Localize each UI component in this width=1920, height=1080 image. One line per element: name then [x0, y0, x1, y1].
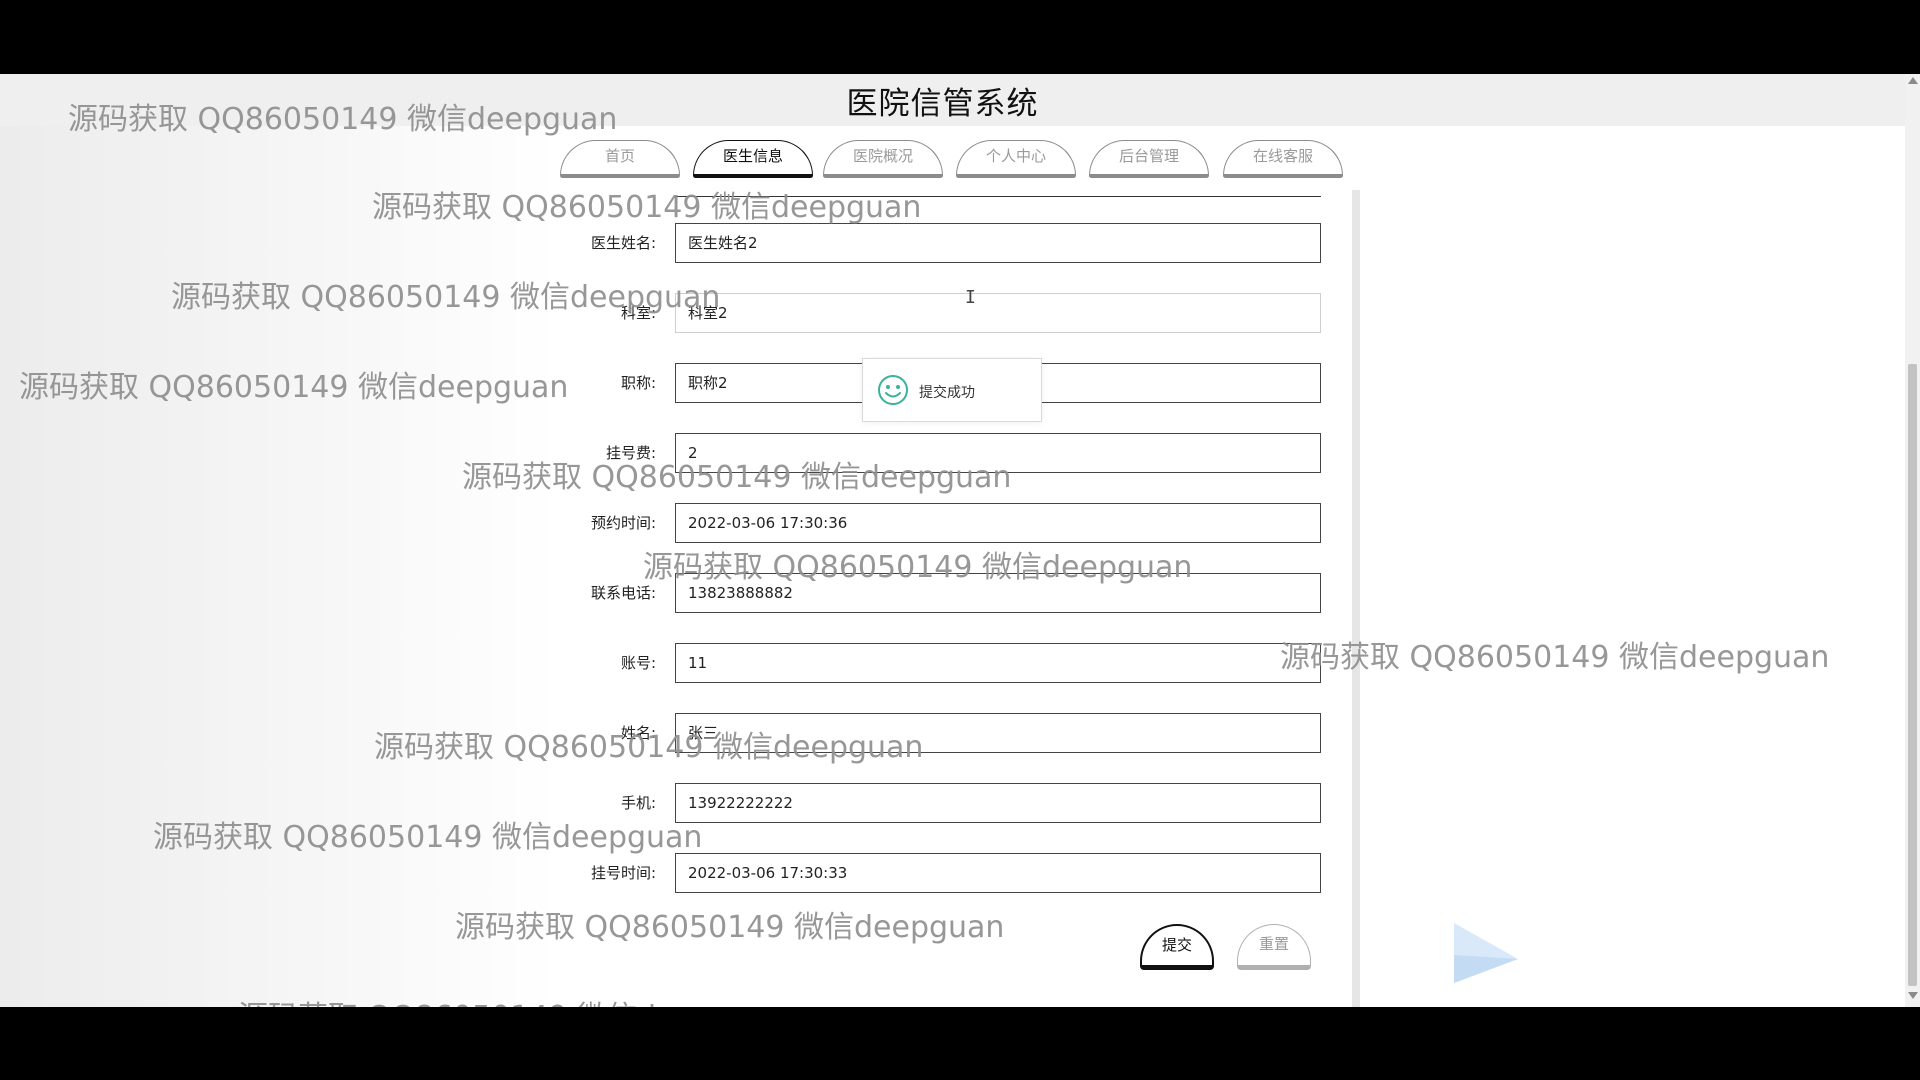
scrollbar-thumb[interactable] [1908, 364, 1917, 986]
field-label-mobile: 手机: [620, 794, 656, 812]
watermark: 源码获取 QQ86050149 微信deepguan [153, 820, 703, 855]
watermark: 源码获取 QQ86050149 微信deepguan [1280, 640, 1830, 675]
nav-tab-doctor-info[interactable]: 医生信息 [693, 140, 813, 178]
watermark: 源码获取 QQ86050149 微信deepguan [171, 280, 721, 315]
appointment-time-input[interactable]: 2022-03-06 17:30:36 [675, 503, 1321, 543]
watermark: 源码获取 QQ86050149 微信deepguan [19, 370, 569, 405]
toast-message: 提交成功 [919, 385, 975, 401]
field-label-doctor-name: 医生姓名: [590, 234, 656, 252]
mobile-input[interactable]: 13922222222 [675, 783, 1321, 823]
vertical-scrollbar[interactable] [1905, 74, 1920, 1007]
nav-tab-admin[interactable]: 后台管理 [1089, 140, 1209, 178]
field-label-register-time: 挂号时间: [590, 864, 656, 882]
register-time-input[interactable]: 2022-03-06 17:30:33 [675, 853, 1321, 893]
play-logo-icon [1454, 923, 1518, 983]
field-label-phone: 联系电话: [590, 584, 656, 602]
department-input[interactable]: 科室2 [675, 293, 1321, 333]
browser-viewport: 医院信管系统 首页 医生信息 医院概况 个人中心 后台管理 在线客服 医生姓名:… [0, 74, 1920, 1007]
watermark: 源码获取 QQ86050149 微信deepguan [455, 910, 1005, 945]
watermark: 源码获取 QQ86050149 微信deepguan [462, 460, 1012, 495]
watermark: 源码获取 QQ86050149 微信deepguan [238, 992, 787, 1007]
account-input[interactable]: 11 [675, 643, 1321, 683]
nav-tab-personal-center[interactable]: 个人中心 [956, 140, 1076, 178]
smile-icon [878, 375, 908, 405]
watermark: 源码获取 QQ86050149 微信deepguan [372, 190, 922, 225]
watermark: 源码获取 QQ86050149 微信deepguan [643, 550, 1193, 585]
watermark: 源码获取 QQ86050149 微信deepguan [68, 102, 618, 137]
scroll-down-icon[interactable] [1908, 992, 1918, 999]
nav-tab-online-service[interactable]: 在线客服 [1223, 140, 1343, 178]
scroll-up-icon[interactable] [1908, 77, 1918, 84]
doctor-name-input[interactable]: 医生姓名2 [675, 223, 1321, 263]
field-label-title: 职称: [620, 374, 656, 392]
nav-tab-home[interactable]: 首页 [560, 140, 680, 178]
panel-divider [1352, 190, 1360, 1007]
success-toast: 提交成功 [862, 358, 1042, 422]
field-label-appointment-time: 预约时间: [590, 514, 656, 532]
field-label-account: 账号: [620, 654, 656, 672]
text-cursor-icon: I [965, 287, 976, 308]
watermark: 源码获取 QQ86050149 微信deepguan [374, 730, 924, 765]
nav-tab-hospital-overview[interactable]: 医院概况 [823, 140, 943, 178]
